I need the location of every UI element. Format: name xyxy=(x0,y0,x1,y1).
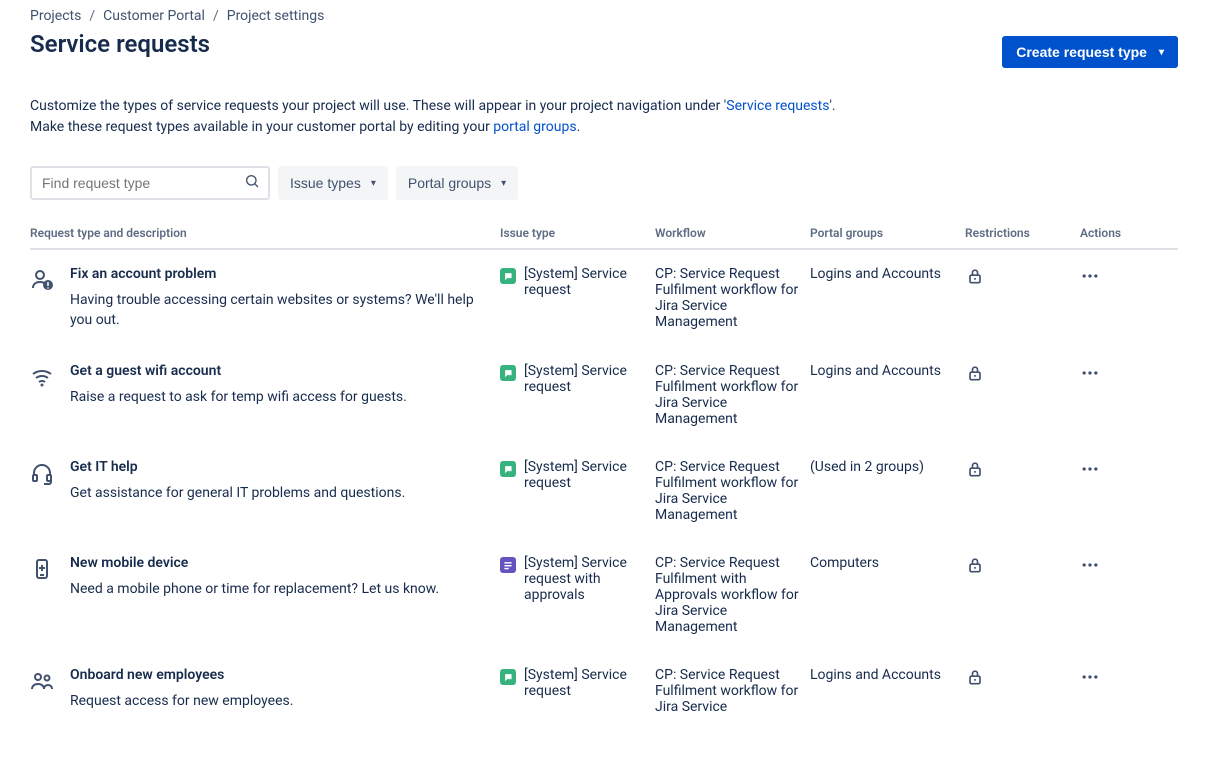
search-input-wrapper[interactable] xyxy=(30,166,270,200)
request-type-description: Get assistance for general IT problems a… xyxy=(70,483,405,503)
issue-types-filter[interactable]: Issue types ▾ xyxy=(278,166,388,200)
breadcrumb-project-settings[interactable]: Project settings xyxy=(227,8,325,24)
col-workflow: Workflow xyxy=(655,218,810,249)
col-issue-type: Issue type xyxy=(500,218,655,249)
table-row: Fix an account problem Having trouble acc… xyxy=(30,249,1178,347)
create-request-type-button[interactable]: Create request type ▾ xyxy=(1002,36,1178,68)
request-type-description: Raise a request to ask for temp wifi acc… xyxy=(70,387,407,407)
more-actions-button[interactable] xyxy=(1080,274,1100,290)
col-restrictions: Restrictions xyxy=(965,218,1080,249)
more-actions-button[interactable] xyxy=(1080,371,1100,387)
portal-groups-filter[interactable]: Portal groups ▾ xyxy=(396,166,518,200)
chevron-down-icon: ▾ xyxy=(501,178,506,189)
request-types-table: Request type and description Issue type … xyxy=(30,218,1178,731)
lock-icon[interactable] xyxy=(965,371,985,387)
portal-group-label: Computers xyxy=(810,539,965,651)
table-row: Get a guest wifi account Raise a request … xyxy=(30,347,1178,443)
breadcrumb-customer-portal[interactable]: Customer Portal xyxy=(103,8,205,24)
request-type-description: Request access for new employees. xyxy=(70,691,293,711)
request-type-name[interactable]: Onboard new employees xyxy=(70,667,293,683)
workflow-label: CP: Service Request Fulfilment workflow … xyxy=(655,347,810,443)
issue-type-icon xyxy=(500,365,516,381)
portal-group-label: Logins and Accounts xyxy=(810,249,965,347)
breadcrumb-projects[interactable]: Projects xyxy=(30,8,81,24)
search-icon xyxy=(244,173,260,193)
col-portal-groups: Portal groups xyxy=(810,218,965,249)
lock-icon[interactable] xyxy=(965,563,985,579)
table-row: Get IT help Get assistance for general IT… xyxy=(30,443,1178,539)
breadcrumb-sep: / xyxy=(213,8,219,24)
issue-type-label: [System] Service request xyxy=(524,266,645,298)
request-type-name[interactable]: Get a guest wifi account xyxy=(70,363,407,379)
people-icon xyxy=(30,669,54,693)
issue-type-icon xyxy=(500,557,516,573)
col-request-type: Request type and description xyxy=(30,218,500,249)
create-request-type-label: Create request type xyxy=(1016,44,1147,60)
issue-type-icon xyxy=(500,669,516,685)
portal-group-label: (Used in 2 groups) xyxy=(810,443,965,539)
breadcrumb-sep: / xyxy=(89,8,95,24)
mobile-icon xyxy=(30,557,54,581)
page-description: Customize the types of service requests … xyxy=(30,96,1178,138)
issue-type-label: [System] Service request xyxy=(524,667,645,699)
request-type-description: Having trouble accessing certain website… xyxy=(70,290,490,331)
request-type-name[interactable]: Fix an account problem xyxy=(70,266,490,282)
more-actions-button[interactable] xyxy=(1080,675,1100,691)
workflow-label: CP: Service Request Fulfilment workflow … xyxy=(655,249,810,347)
wifi-icon xyxy=(30,365,54,389)
portal-group-label: Logins and Accounts xyxy=(810,347,965,443)
request-type-name[interactable]: Get IT help xyxy=(70,459,405,475)
portal-group-label: Logins and Accounts xyxy=(810,651,965,731)
issue-type-icon xyxy=(500,461,516,477)
breadcrumb: Projects / Customer Portal / Project set… xyxy=(30,8,1178,24)
issue-type-label: [System] Service request xyxy=(524,459,645,491)
table-row: New mobile device Need a mobile phone or … xyxy=(30,539,1178,651)
portal-groups-link[interactable]: portal groups xyxy=(493,119,576,135)
request-type-description: Need a mobile phone or time for replacem… xyxy=(70,579,439,599)
workflow-label: CP: Service Request Fulfilment with Appr… xyxy=(655,539,810,651)
request-type-name[interactable]: New mobile device xyxy=(70,555,439,571)
headset-icon xyxy=(30,461,54,485)
chevron-down-icon: ▾ xyxy=(1159,47,1164,58)
col-actions: Actions xyxy=(1080,218,1178,249)
issue-type-label: [System] Service request with approvals xyxy=(524,555,645,603)
issue-type-icon xyxy=(500,268,516,284)
more-actions-button[interactable] xyxy=(1080,467,1100,483)
workflow-label: CP: Service Request Fulfilment workflow … xyxy=(655,443,810,539)
more-actions-button[interactable] xyxy=(1080,563,1100,579)
search-input[interactable] xyxy=(40,174,244,192)
issue-type-label: [System] Service request xyxy=(524,363,645,395)
page-title: Service requests xyxy=(30,30,210,58)
workflow-label: CP: Service Request Fulfilment workflow … xyxy=(655,651,810,731)
lock-icon[interactable] xyxy=(965,467,985,483)
lock-icon[interactable] xyxy=(965,274,985,290)
lock-icon[interactable] xyxy=(965,675,985,691)
person-alert-icon xyxy=(30,268,54,292)
service-requests-link[interactable]: Service requests xyxy=(726,98,829,114)
chevron-down-icon: ▾ xyxy=(371,178,376,189)
table-row: Onboard new employees Request access for … xyxy=(30,651,1178,731)
